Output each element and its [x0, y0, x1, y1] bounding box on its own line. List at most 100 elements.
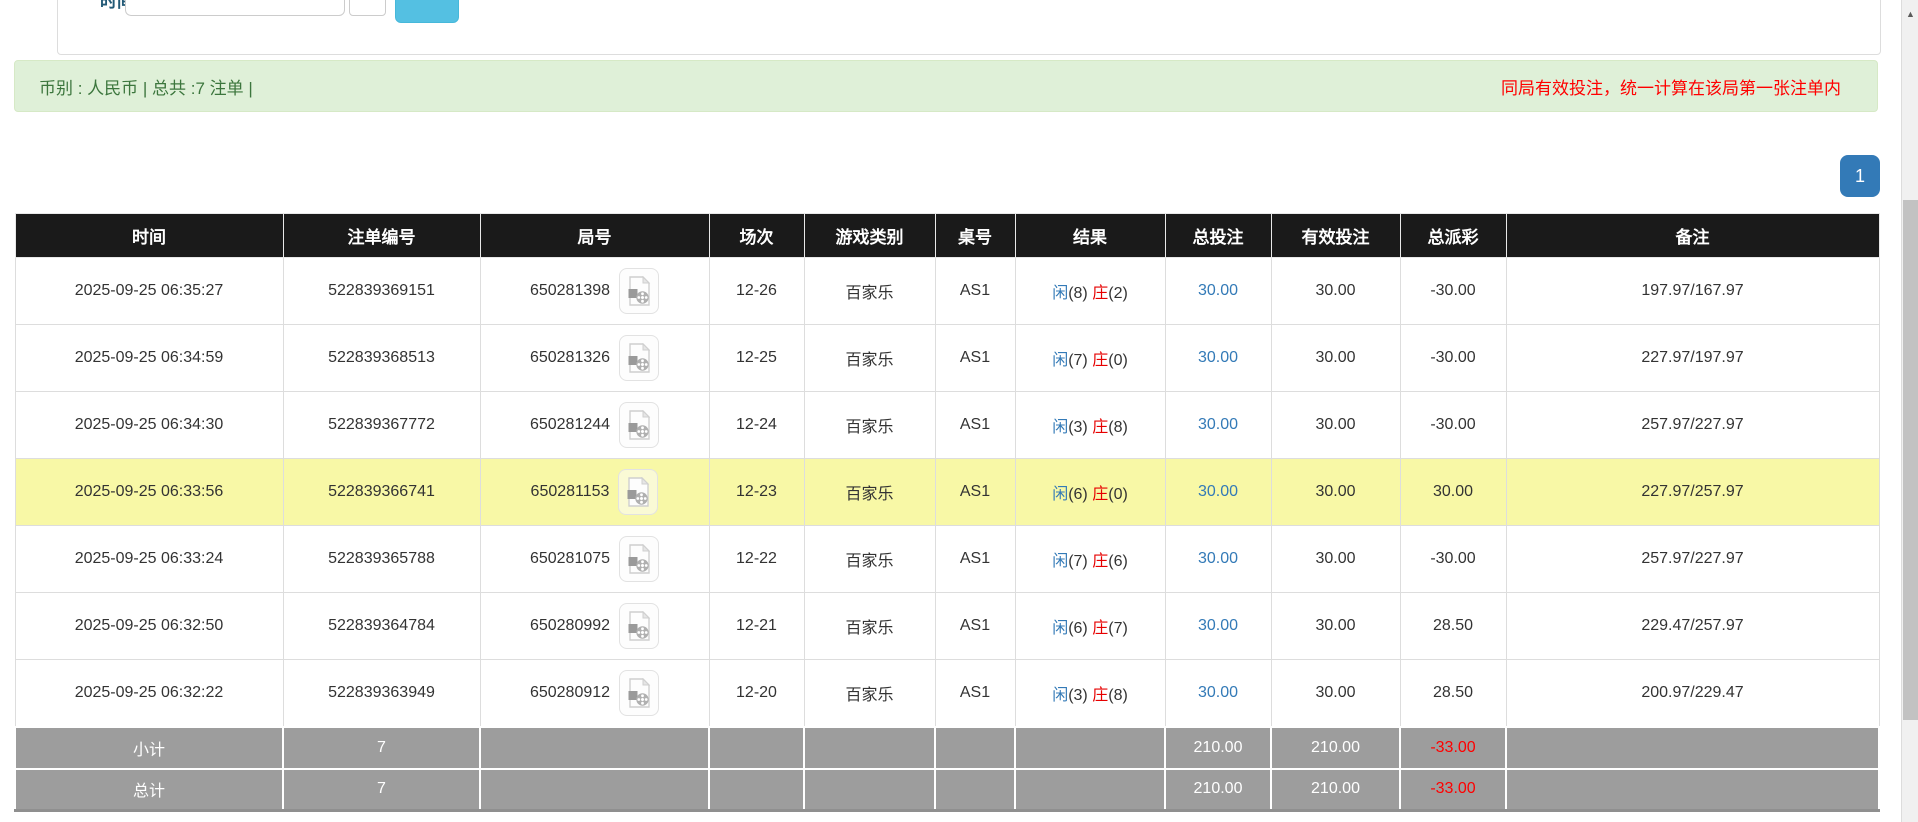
cell-table_no: AS1 — [934, 659, 1016, 727]
player-result-value: (6) — [1068, 486, 1088, 503]
banker-result-label: 庄 — [1092, 620, 1109, 637]
cell-table_no: AS1 — [934, 391, 1016, 459]
cell-table_no: AS1 — [934, 592, 1016, 660]
banker-result-value: (8) — [1108, 419, 1128, 436]
cell-time: 2025-09-25 06:34:30 — [14, 391, 284, 459]
cell-payout: -30.00 — [1399, 525, 1507, 593]
footer-empty-cell — [934, 767, 1016, 812]
video-replay-icon[interactable] — [619, 402, 660, 448]
footer-empty-cell — [708, 725, 805, 770]
table-row[interactable]: 2025-09-25 06:33:56 522839366741 650281153… — [14, 458, 1880, 526]
round-id-text: 650281153 — [530, 483, 610, 500]
player-result-value: (8) — [1068, 285, 1088, 302]
pagination-page-1-button[interactable]: 1 — [1840, 155, 1880, 197]
total-bet-link[interactable]: 30.00 — [1198, 416, 1238, 433]
cell-payout: 28.50 — [1399, 592, 1507, 660]
banker-result-value: (6) — [1108, 553, 1128, 570]
cell-session: 12-25 — [708, 324, 805, 392]
cell-game_type: 百家乐 — [803, 391, 936, 459]
column-header-bet_id: 注单编号 — [282, 213, 481, 258]
cell-round_id: 650281153 — [479, 458, 710, 526]
cell-result: 闲(6) 庄(7) — [1014, 592, 1166, 660]
banker-result-label: 庄 — [1092, 486, 1109, 503]
cell-round_id: 650281326 — [479, 324, 710, 392]
cell-remark: 257.97/227.97 — [1505, 525, 1880, 593]
summary-bar: 币别 : 人民币 | 总共 :7 注单 | 同局有效投注，统一计算在该局第一张注… — [14, 60, 1878, 112]
cell-game_type: 百家乐 — [803, 324, 936, 392]
cell-bet_id: 522839367772 — [282, 391, 481, 459]
cell-session: 12-24 — [708, 391, 805, 459]
cell-game_type: 百家乐 — [803, 592, 936, 660]
cell-result: 闲(7) 庄(6) — [1014, 525, 1166, 593]
table-row[interactable]: 2025-09-25 06:35:27 522839369151 650281398… — [14, 257, 1880, 325]
cell-total_bet: 30.00 — [1164, 592, 1272, 660]
cell-valid_bet: 30.00 — [1270, 257, 1401, 325]
cell-round_id: 650281244 — [479, 391, 710, 459]
cell-result: 闲(3) 庄(8) — [1014, 659, 1166, 727]
total-bet-link[interactable]: 30.00 — [1198, 550, 1238, 567]
total-bet-link[interactable]: 30.00 — [1198, 483, 1238, 500]
table-row[interactable]: 2025-09-25 06:33:24 522839365788 650281075… — [14, 525, 1880, 593]
footer-empty-cell — [934, 725, 1016, 770]
cell-remark: 200.97/229.47 — [1505, 659, 1880, 727]
total-bet-link[interactable]: 30.00 — [1198, 282, 1238, 299]
footer-empty-cell — [1014, 725, 1166, 770]
cell-total_bet: 30.00 — [1164, 391, 1272, 459]
total-bet-link[interactable]: 30.00 — [1198, 684, 1238, 701]
player-result-value: (3) — [1068, 419, 1088, 436]
video-replay-icon[interactable] — [618, 469, 659, 515]
video-replay-icon[interactable] — [619, 536, 660, 582]
footer-empty-cell — [803, 767, 936, 812]
scroll-up-arrow-icon[interactable]: ▲ — [1902, 6, 1918, 23]
total-bet-link[interactable]: 30.00 — [1198, 617, 1238, 634]
footer-total-bet: 210.00 — [1164, 725, 1272, 770]
cell-remark: 229.47/257.97 — [1505, 592, 1880, 660]
column-header-remark: 备注 — [1505, 213, 1880, 258]
same-round-notice-text: 同局有效投注，统一计算在该局第一张注单内 — [1501, 78, 1841, 98]
round-id-text: 650281075 — [529, 550, 611, 567]
footer-total-bet: 210.00 — [1164, 767, 1272, 812]
column-header-valid_bet: 有效投注 — [1270, 213, 1401, 258]
table-row[interactable]: 2025-09-25 06:34:30 522839367772 650281244… — [14, 391, 1880, 459]
column-header-game_type: 游戏类别 — [803, 213, 936, 258]
round-id-text: 650281398 — [529, 282, 611, 299]
footer-valid-bet: 210.00 — [1270, 725, 1401, 770]
table-row[interactable]: 2025-09-25 06:32:50 522839364784 650280992… — [14, 592, 1880, 660]
cell-time: 2025-09-25 06:32:22 — [14, 659, 284, 727]
footer-label: 小计 — [14, 725, 284, 770]
footer-bet-count: 7 — [282, 725, 481, 770]
video-replay-icon[interactable] — [619, 335, 660, 381]
table-footer-row: 总计 7 210.00 210.00 -33.00 — [14, 767, 1880, 812]
round-id-text: 650281326 — [529, 349, 611, 366]
vertical-scrollbar[interactable]: ▲ — [1901, 0, 1918, 822]
search-button[interactable] — [395, 0, 459, 23]
footer-label: 总计 — [14, 767, 284, 812]
cell-total_bet: 30.00 — [1164, 525, 1272, 593]
video-replay-icon[interactable] — [619, 603, 660, 649]
table-row[interactable]: 2025-09-25 06:32:22 522839363949 650280912… — [14, 659, 1880, 727]
video-replay-icon[interactable] — [619, 268, 660, 314]
column-header-total_bet: 总投注 — [1164, 213, 1272, 258]
scrollbar-thumb[interactable] — [1903, 200, 1918, 720]
cell-game_type: 百家乐 — [803, 458, 936, 526]
footer-empty-cell — [708, 767, 805, 812]
select-addon-box[interactable] — [349, 0, 386, 16]
cell-table_no: AS1 — [934, 324, 1016, 392]
cell-payout: 30.00 — [1399, 458, 1507, 526]
cell-valid_bet: 30.00 — [1270, 592, 1401, 660]
cell-bet_id: 522839363949 — [282, 659, 481, 727]
column-header-result: 结果 — [1014, 213, 1166, 258]
cell-bet_id: 522839365788 — [282, 525, 481, 593]
banker-result-label: 庄 — [1092, 686, 1109, 704]
footer-total-payout: -33.00 — [1399, 725, 1507, 770]
banker-result-value: (2) — [1108, 285, 1128, 302]
cell-bet_id: 522839369151 — [282, 257, 481, 325]
sort-order-select[interactable]: 时间(由大到小) — [125, 0, 345, 16]
player-result-label: 闲 — [1052, 419, 1069, 436]
total-bet-link[interactable]: 30.00 — [1198, 349, 1238, 366]
video-replay-icon[interactable] — [619, 669, 660, 716]
cell-game_type: 百家乐 — [803, 525, 936, 593]
cell-session: 12-26 — [708, 257, 805, 325]
table-row[interactable]: 2025-09-25 06:34:59 522839368513 650281326… — [14, 324, 1880, 392]
cell-total_bet: 30.00 — [1164, 324, 1272, 392]
